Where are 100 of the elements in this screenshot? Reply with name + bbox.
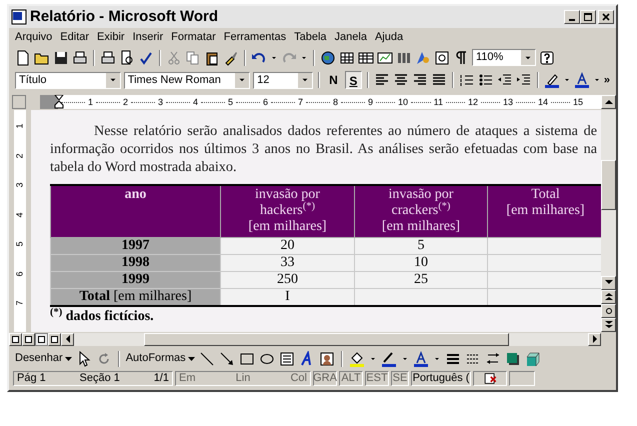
numbered-list-icon[interactable] <box>458 72 475 88</box>
ruler-number: 7 <box>14 300 26 306</box>
font-color-icon[interactable] <box>412 350 429 366</box>
table-cell: 10 <box>354 254 488 272</box>
column-header[interactable]: invasão por hackers$^{(*)}$ [em milhares] <box>220 185 354 238</box>
menu-item[interactable]: Arquivo <box>15 28 52 46</box>
ruler-number: 12 <box>468 98 478 106</box>
zoom-dropdown[interactable]: 110% <box>472 49 536 66</box>
globe-icon[interactable] <box>320 50 336 66</box>
indent-marker[interactable] <box>54 95 64 109</box>
close-icon <box>602 13 610 21</box>
status-field: Português ( <box>412 370 470 387</box>
document-icon[interactable] <box>15 50 31 66</box>
status-field: Seção 1 <box>80 370 120 387</box>
ruler-number: 3 <box>14 182 26 188</box>
select-browse-object-button[interactable] <box>601 304 616 318</box>
help-icon[interactable] <box>539 50 555 66</box>
menu-item[interactable]: Inserir <box>132 28 164 46</box>
chart-icon[interactable] <box>377 50 393 66</box>
shadow-icon[interactable] <box>504 350 521 366</box>
status-field: 1/1 <box>154 370 169 387</box>
rectangle-icon[interactable] <box>238 350 255 366</box>
justify-icon[interactable] <box>430 72 447 88</box>
book-icon[interactable] <box>482 372 498 385</box>
menu-item[interactable]: Exibir <box>97 28 125 46</box>
caret-icon <box>64 356 72 362</box>
horizontal-scrollbar[interactable] <box>74 332 588 346</box>
scroll-up-button[interactable] <box>601 95 616 109</box>
tab-stop-selector[interactable] <box>12 95 26 109</box>
magnifier-icon[interactable] <box>119 50 135 66</box>
bold-button[interactable]: N <box>325 71 342 89</box>
normal-view-icon[interactable] <box>9 332 22 346</box>
status-field: Em <box>179 370 196 387</box>
scrollbar-thumb[interactable] <box>601 160 616 210</box>
print-view-icon[interactable] <box>35 332 48 346</box>
underline-button[interactable]: S <box>344 71 362 89</box>
status-field: ALT <box>341 370 361 387</box>
menu-item[interactable]: Janela <box>334 28 367 46</box>
vertical-ruler[interactable]: 1 2 3 4 5 6 7 <box>14 110 26 332</box>
brush-icon[interactable] <box>223 50 239 66</box>
font-dropdown[interactable]: Times New Roman <box>124 72 250 88</box>
word-logo-icon <box>11 9 27 25</box>
more-buttons-chevron[interactable]: » <box>604 72 610 88</box>
autoshapes-menu-button[interactable]: AutoFormas <box>126 350 195 368</box>
3d-box-icon[interactable] <box>524 350 541 366</box>
menu-item[interactable]: Formatar <box>171 28 216 46</box>
table-cell: 5 <box>354 238 488 254</box>
outline-view-icon[interactable] <box>48 332 61 346</box>
ruler-number: 13 <box>502 98 513 106</box>
font-color-icon[interactable] <box>574 72 590 88</box>
down-arrow-icon <box>604 279 612 287</box>
draw-menu-button[interactable]: Desenhar <box>15 350 72 368</box>
align-center-icon[interactable] <box>392 72 409 88</box>
horizontal-ruler[interactable]: 1 2 3 4 5 6 7 8 9 10 11 12 13 14 15 <box>40 95 601 109</box>
highlighter-icon[interactable] <box>544 72 560 88</box>
table-cell: 25 <box>354 272 488 288</box>
style-dropdown[interactable]: Título <box>15 72 121 88</box>
checkmark-icon[interactable] <box>138 50 154 66</box>
align-left-icon[interactable] <box>374 72 390 88</box>
column-header[interactable]: ano <box>50 185 220 238</box>
ruler-number: 6 <box>262 98 268 106</box>
shapes-icon[interactable] <box>415 50 431 66</box>
text-box-icon[interactable] <box>278 350 295 366</box>
ruler-number: 4 <box>14 212 26 217</box>
column-header[interactable]: Total [em milhares] <box>488 185 601 238</box>
menu-item[interactable]: Tabela <box>294 28 327 46</box>
fill-bucket-icon[interactable] <box>348 350 365 366</box>
row-header: 1997 <box>50 238 220 254</box>
menu-item[interactable]: Ajuda <box>374 28 404 46</box>
right-arrow-icon <box>592 335 598 343</box>
font-size-dropdown[interactable]: 12 <box>253 72 314 88</box>
align-right-icon[interactable] <box>412 72 428 88</box>
minimize-button[interactable] <box>564 10 580 24</box>
close-button[interactable] <box>598 10 614 24</box>
maximize-button[interactable] <box>580 10 596 24</box>
printer-icon[interactable] <box>100 50 116 66</box>
clip-art-icon[interactable] <box>318 350 335 366</box>
table-icon[interactable] <box>339 50 355 66</box>
body-paragraph: Nesse relatório serão analisados dados referentes ao número de ataques a sistema de informação ocorridos nos últimos 3 anos no Brasil. As análises serão efetuadas com base na tabela do Word mostrada abaixo. <box>50 122 598 176</box>
clipboard-icon[interactable] <box>204 50 220 66</box>
line-color-icon[interactable] <box>380 350 397 366</box>
line-icon[interactable] <box>198 350 215 366</box>
page-icon[interactable] <box>434 50 450 66</box>
arrow-style-icon[interactable] <box>484 350 501 366</box>
menu-item[interactable]: Editar <box>60 28 90 46</box>
scroll-right-button[interactable] <box>588 332 601 346</box>
caret-icon <box>188 356 195 362</box>
column-header[interactable]: invasão por crackers$^{(*)}$ [em milhares] <box>354 185 488 238</box>
scroll-left-button[interactable] <box>61 332 74 346</box>
grid-icon[interactable] <box>358 50 374 66</box>
bullet-list-icon[interactable] <box>478 72 494 88</box>
ruler-number: 5 <box>14 242 26 246</box>
previous-page-button[interactable] <box>601 290 616 304</box>
printer-icon[interactable] <box>72 50 88 66</box>
next-page-button[interactable] <box>601 318 616 332</box>
arrow-icon[interactable] <box>218 350 235 366</box>
ruler-number: 7 <box>298 98 303 106</box>
menu-item[interactable]: Ferramentas <box>224 28 286 46</box>
scroll-down-button[interactable] <box>601 276 616 290</box>
web-view-icon[interactable] <box>22 332 35 346</box>
